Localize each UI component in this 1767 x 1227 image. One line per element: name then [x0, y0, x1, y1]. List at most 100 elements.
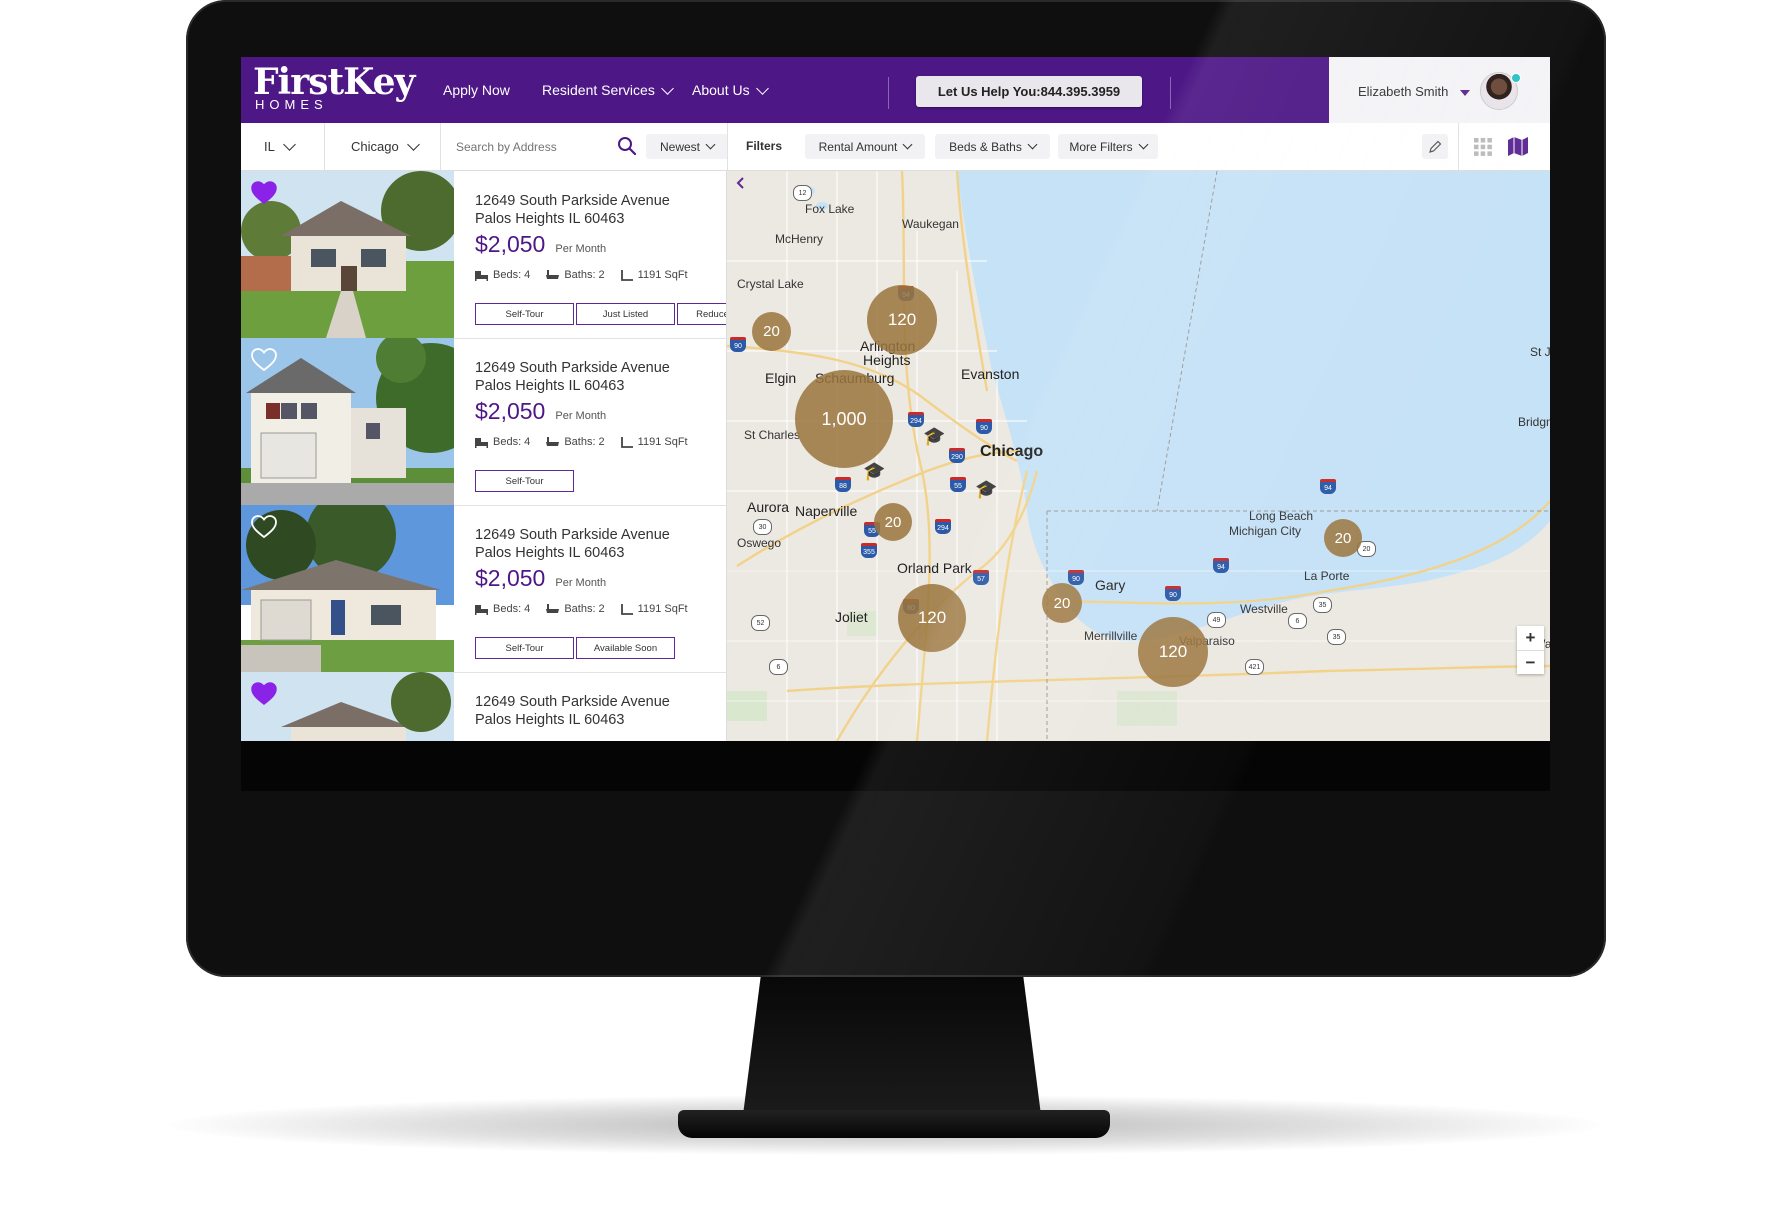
address-line-2: Palos Heights IL 60463	[475, 378, 625, 394]
map-label-crystal-lake: Crystal Lake	[737, 277, 804, 291]
listing-card[interactable]: 12649 South Parkside Avenue Palos Height…	[241, 672, 726, 741]
interstate-shield: 294	[908, 412, 924, 427]
address-line-2: Palos Heights IL 60463	[475, 712, 625, 728]
favorite-heart-icon[interactable]	[251, 515, 277, 539]
map-label-naperville: Naperville	[795, 503, 858, 519]
search-icon[interactable]	[617, 136, 637, 156]
price-value: $2,050	[475, 565, 546, 591]
interstate-shield: 90	[1165, 586, 1181, 601]
listing-address: 12649 South Parkside Avenue Palos Height…	[475, 359, 670, 395]
filter-more-filters[interactable]: More Filters	[1058, 134, 1158, 159]
tag-just-listed: Just Listed	[576, 303, 675, 325]
chevron-down-icon	[705, 139, 716, 150]
grid-view-icon[interactable]	[1474, 138, 1492, 156]
address-search-input[interactable]	[454, 135, 618, 159]
filter-rental-amount[interactable]: Rental Amount	[805, 134, 925, 159]
map-panel[interactable]: Fox Lake McHenry Waukegan Crystal Lake E…	[727, 171, 1550, 741]
nav-apply-now[interactable]: Apply Now	[443, 82, 510, 98]
map-label-oswego: Oswego	[737, 536, 782, 550]
chevron-down-icon	[1027, 139, 1038, 150]
user-menu[interactable]: Elizabeth Smith	[1329, 57, 1550, 123]
listing-price: $2,050 Per Month	[475, 398, 606, 425]
map-cluster[interactable]: 20	[752, 312, 791, 351]
map-cluster[interactable]: 120	[867, 285, 937, 355]
nav-resident-services[interactable]: Resident Services	[542, 81, 674, 98]
map-cluster[interactable]: 20	[874, 503, 912, 541]
school-icon[interactable]: 🎓	[863, 461, 885, 482]
divider	[727, 123, 728, 170]
listing-photo[interactable]	[241, 505, 454, 672]
price-period: Per Month	[555, 243, 607, 255]
map-label-fox-lake: Fox Lake	[805, 202, 855, 216]
listing-tags: Self-Tour Available Soon	[475, 637, 675, 659]
chevron-down-icon	[1138, 139, 1149, 150]
sort-dropdown[interactable]: Newest	[646, 134, 728, 159]
map-cluster[interactable]: 20	[1324, 519, 1362, 557]
listing-card[interactable]: 12649 South Parkside Avenue Palos Height…	[241, 505, 726, 673]
chevron-down-icon	[755, 81, 769, 95]
bath-icon	[546, 269, 560, 279]
user-name: Elizabeth Smith	[1358, 84, 1449, 99]
favorite-heart-icon[interactable]	[251, 348, 277, 372]
chevron-down-icon	[282, 138, 296, 151]
price-value: $2,050	[475, 231, 546, 257]
map-cluster[interactable]: 1,000	[795, 370, 893, 468]
interstate-shield: 90	[1068, 570, 1084, 585]
bath-icon	[546, 436, 560, 446]
map-label-merrillville: Merrillville	[1084, 629, 1138, 643]
interstate-shield: 55	[950, 477, 966, 492]
map-cluster[interactable]: 120	[1138, 617, 1208, 687]
monitor-neck	[743, 975, 1041, 1115]
filter-beds-baths-label: Beds & Baths	[949, 139, 1022, 154]
favorite-heart-icon[interactable]	[251, 181, 277, 205]
sqft-value: 1191 SqFt	[637, 436, 688, 448]
price-value: $2,050	[475, 398, 546, 424]
favorite-heart-icon[interactable]	[251, 682, 277, 706]
map-label-gary: Gary	[1095, 577, 1126, 593]
listing-photo[interactable]	[241, 171, 454, 338]
route-shield: 49	[1207, 612, 1226, 628]
listing-address: 12649 South Parkside Avenue Palos Height…	[475, 192, 670, 228]
call-us-button[interactable]: Let Us Help You:844.395.3959	[916, 76, 1142, 107]
listing-tags: Self-Tour Just Listed Reduced Rate	[475, 303, 726, 325]
interstate-shield: 94	[1320, 479, 1336, 494]
divider	[888, 77, 889, 109]
map-label-orland-park: Orland Park	[897, 560, 972, 576]
logo[interactable]: FirstKey HOMES	[253, 63, 415, 112]
nav-about-us-label: About Us	[692, 82, 750, 98]
beds-value: Beds: 4	[493, 436, 531, 448]
map-cluster[interactable]: 120	[898, 584, 966, 652]
listing-photo[interactable]	[241, 672, 454, 741]
map-cluster[interactable]: 20	[1042, 583, 1082, 623]
address-line-1: 12649 South Parkside Avenue	[475, 527, 670, 543]
area-icon	[620, 603, 633, 615]
area-icon	[620, 436, 633, 448]
divider	[1170, 77, 1171, 109]
school-icon[interactable]: 🎓	[923, 426, 945, 447]
draw-area-button[interactable]	[1422, 134, 1448, 159]
tag-self-tour: Self-Tour	[475, 470, 574, 492]
zoom-in-button[interactable]: +	[1517, 626, 1544, 650]
collapse-list-icon[interactable]	[735, 177, 747, 189]
map-label-long-beach: Long Beach	[1249, 509, 1314, 523]
zoom-out-button[interactable]: −	[1517, 650, 1544, 675]
school-icon[interactable]: 🎓	[975, 479, 997, 500]
filter-beds-baths[interactable]: Beds & Baths	[935, 134, 1050, 159]
route-shield: 12	[793, 185, 812, 201]
listing-stats: Beds: 4 Baths: 2 1191 SqFt	[475, 603, 688, 615]
map-view-icon[interactable]	[1507, 135, 1529, 157]
interstate-shield: 57	[973, 570, 989, 585]
listing-photo[interactable]	[241, 338, 454, 505]
state-dropdown[interactable]: IL	[264, 123, 296, 170]
listing-card[interactable]: 12649 South Parkside Avenue Palos Height…	[241, 338, 726, 506]
listing-card[interactable]: 12649 South Parkside Avenue Palos Height…	[241, 171, 726, 339]
area-icon	[620, 269, 633, 281]
city-dropdown[interactable]: Chicago	[351, 123, 420, 170]
site-header: FirstKey HOMES Apply Now Resident Servic…	[241, 57, 1550, 123]
zoom-controls: + −	[1517, 626, 1544, 674]
map-label-elgin: Elgin	[765, 370, 797, 386]
nav-about-us[interactable]: About Us	[692, 81, 769, 98]
address-line-1: 12649 South Parkside Avenue	[475, 360, 670, 376]
route-shield: 30	[753, 519, 772, 535]
listing-address: 12649 South Parkside Avenue Palos Height…	[475, 693, 670, 729]
